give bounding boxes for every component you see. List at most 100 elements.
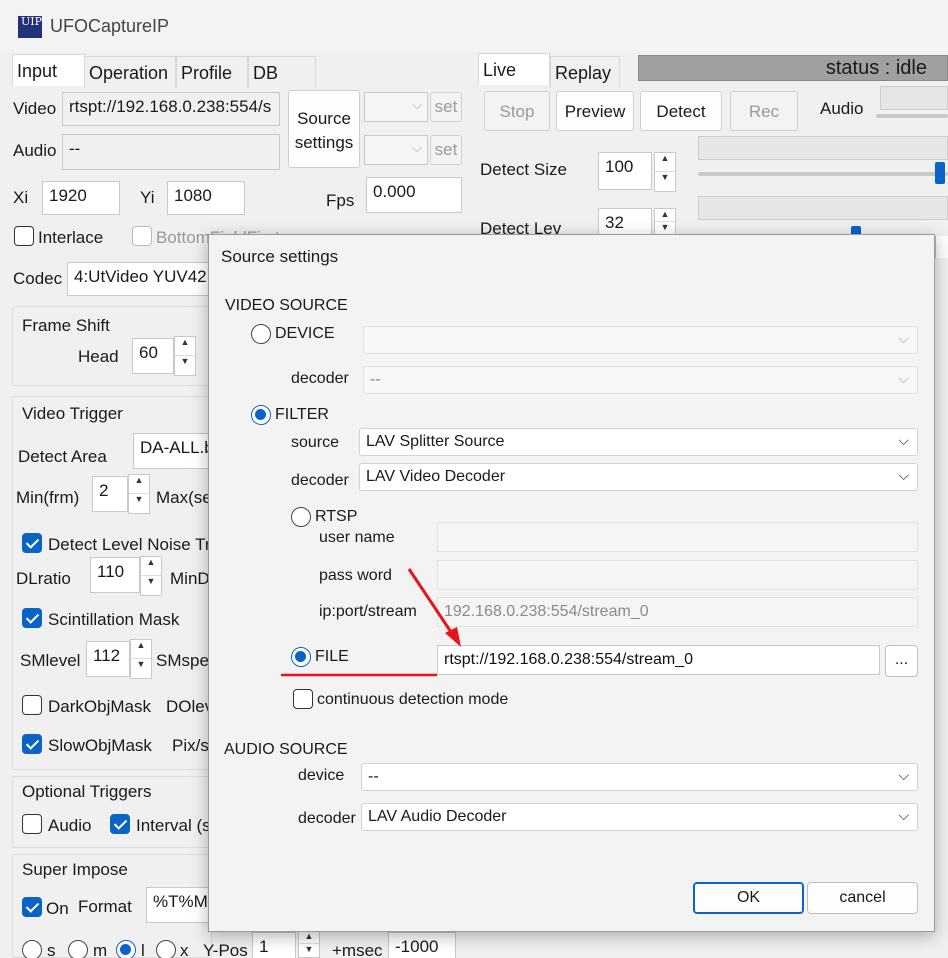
detect-size-slider-track	[698, 172, 948, 176]
min-frm-spinner[interactable]: ▲ ▼	[128, 474, 150, 514]
source-settings-button[interactable]: Source settings	[288, 90, 360, 168]
down-arrow-icon[interactable]: ▼	[655, 172, 675, 191]
annotation-arrow-line	[407, 568, 455, 636]
chevron-down-icon: ⌵	[412, 140, 422, 155]
detect-lev-spinner[interactable]: ▲ ▼	[654, 208, 676, 236]
app-logo-icon: UIP	[18, 16, 42, 38]
yi-label: Yi	[140, 188, 155, 207]
video-field[interactable]: rtspt://192.168.0.238:554/s	[62, 92, 280, 126]
min-frm-field[interactable]: 2	[92, 476, 128, 512]
opt-interval-label: Interval (s	[136, 816, 211, 835]
pos-m-label: m	[93, 941, 108, 958]
up-arrow-icon[interactable]: ▲	[141, 557, 161, 576]
audio-set-button[interactable]: set	[430, 135, 462, 165]
video-preset-select[interactable]: ⌵	[364, 92, 428, 122]
slowobjmask-checkbox[interactable]	[22, 734, 42, 754]
annotation-arrowhead-icon	[445, 627, 461, 647]
down-arrow-icon[interactable]: ▼	[141, 576, 161, 595]
pos-m-radio[interactable]	[68, 940, 88, 958]
detect-size-meter	[698, 136, 948, 160]
fps-label: Fps	[326, 191, 355, 210]
detect-button[interactable]: Detect	[640, 91, 722, 131]
interlace-checkbox[interactable]	[14, 226, 34, 246]
tab-profile[interactable]: Profile	[176, 56, 248, 88]
super-impose-on-checkbox[interactable]	[22, 897, 42, 917]
optional-triggers-label: Optional Triggers	[22, 782, 152, 801]
detect-size-slider-thumb[interactable]	[935, 162, 945, 184]
down-arrow-icon[interactable]: ▼	[129, 494, 149, 513]
up-arrow-icon[interactable]: ▲	[129, 475, 149, 494]
detect-area-field[interactable]: DA-ALL.b	[133, 433, 213, 469]
title-bar: UIP UFOCaptureIP	[0, 0, 948, 52]
darkobjmask-checkbox[interactable]	[22, 695, 42, 715]
up-arrow-icon[interactable]: ▲	[655, 153, 675, 172]
audio-meter-label: Audio	[820, 99, 864, 118]
tab-input[interactable]: Input	[12, 54, 86, 86]
pos-l-radio[interactable]	[116, 940, 136, 958]
up-arrow-icon[interactable]: ▲	[175, 337, 195, 356]
annotation-overlay	[281, 568, 461, 677]
smlevel-spinner[interactable]: ▲ ▼	[130, 639, 152, 679]
pos-s-radio[interactable]	[22, 940, 42, 958]
pos-x-radio[interactable]	[156, 940, 176, 958]
pos-l-label: l	[141, 941, 145, 958]
xi-label: Xi	[13, 188, 29, 207]
head-label: Head	[78, 347, 119, 366]
background-window-edge	[935, 236, 948, 258]
detect-level-noise-checkbox[interactable]	[22, 533, 42, 553]
bottomfield-checkbox[interactable]	[132, 226, 152, 246]
tab-live[interactable]: Live	[478, 53, 550, 85]
up-arrow-icon[interactable]: ▲	[131, 640, 151, 659]
head-field[interactable]: 60	[132, 338, 174, 374]
tab-operation[interactable]: Operation	[84, 56, 176, 88]
stop-button[interactable]: Stop	[484, 91, 550, 131]
codec-label: Codec	[13, 269, 63, 288]
ypos-field[interactable]: 1	[252, 932, 296, 958]
tab-db[interactable]: DB	[248, 56, 316, 88]
interlace-label: Interlace	[38, 228, 104, 247]
yi-field[interactable]: 1080	[167, 181, 245, 215]
up-arrow-icon[interactable]: ▲	[655, 209, 675, 222]
detect-size-field[interactable]: 100	[598, 152, 652, 190]
msec-field[interactable]: -1000	[388, 932, 456, 958]
smlevel-label: SMlevel	[20, 651, 81, 670]
status-bar: status : idle	[638, 55, 948, 81]
audio-meter	[880, 86, 948, 110]
down-arrow-icon[interactable]: ▼	[175, 356, 195, 375]
pos-x-label: x	[180, 941, 189, 958]
max-sec-label: Max(se	[156, 488, 212, 507]
format-label: Format	[78, 897, 132, 916]
super-impose-label: Super Impose	[22, 860, 128, 879]
mind-label: MinD	[170, 569, 210, 588]
dlratio-field[interactable]: 110	[90, 557, 140, 593]
smlevel-field[interactable]: 112	[86, 641, 130, 677]
fps-field[interactable]: 0.000	[366, 177, 462, 213]
detect-lev-meter	[698, 196, 948, 220]
down-arrow-icon[interactable]: ▼	[131, 659, 151, 678]
down-arrow-icon[interactable]: ▼	[299, 944, 319, 957]
audio-preset-select[interactable]: ⌵	[364, 135, 428, 165]
opt-interval-checkbox[interactable]	[110, 814, 130, 834]
pos-s-label: s	[47, 941, 56, 958]
tab-replay[interactable]: Replay	[550, 56, 620, 88]
super-impose-on-label: On	[46, 899, 69, 918]
opt-audio-checkbox[interactable]	[22, 814, 42, 834]
detect-area-label: Detect Area	[18, 447, 107, 466]
video-label: Video	[13, 99, 57, 118]
ypos-spinner[interactable]: ▲ ▼	[298, 930, 320, 958]
window-title: UFOCaptureIP	[50, 16, 170, 36]
head-spinner[interactable]: ▲ ▼	[174, 336, 196, 376]
dlratio-spinner[interactable]: ▲ ▼	[140, 556, 162, 596]
dolev-label: DOlev	[166, 697, 214, 716]
scintillation-mask-checkbox[interactable]	[22, 608, 42, 628]
format-field[interactable]: %T%M	[146, 887, 210, 923]
frame-shift-label: Frame Shift	[22, 316, 110, 335]
rec-button[interactable]: Rec	[730, 91, 798, 131]
detect-size-spinner[interactable]: ▲ ▼	[654, 152, 676, 192]
codec-field[interactable]: 4:UtVideo YUV42	[67, 262, 217, 296]
detect-level-noise-label: Detect Level Noise Tr	[48, 535, 211, 554]
xi-field[interactable]: 1920	[42, 181, 120, 215]
video-set-button[interactable]: set	[430, 92, 462, 122]
preview-button[interactable]: Preview	[556, 91, 634, 131]
audio-field[interactable]: --	[62, 134, 280, 170]
